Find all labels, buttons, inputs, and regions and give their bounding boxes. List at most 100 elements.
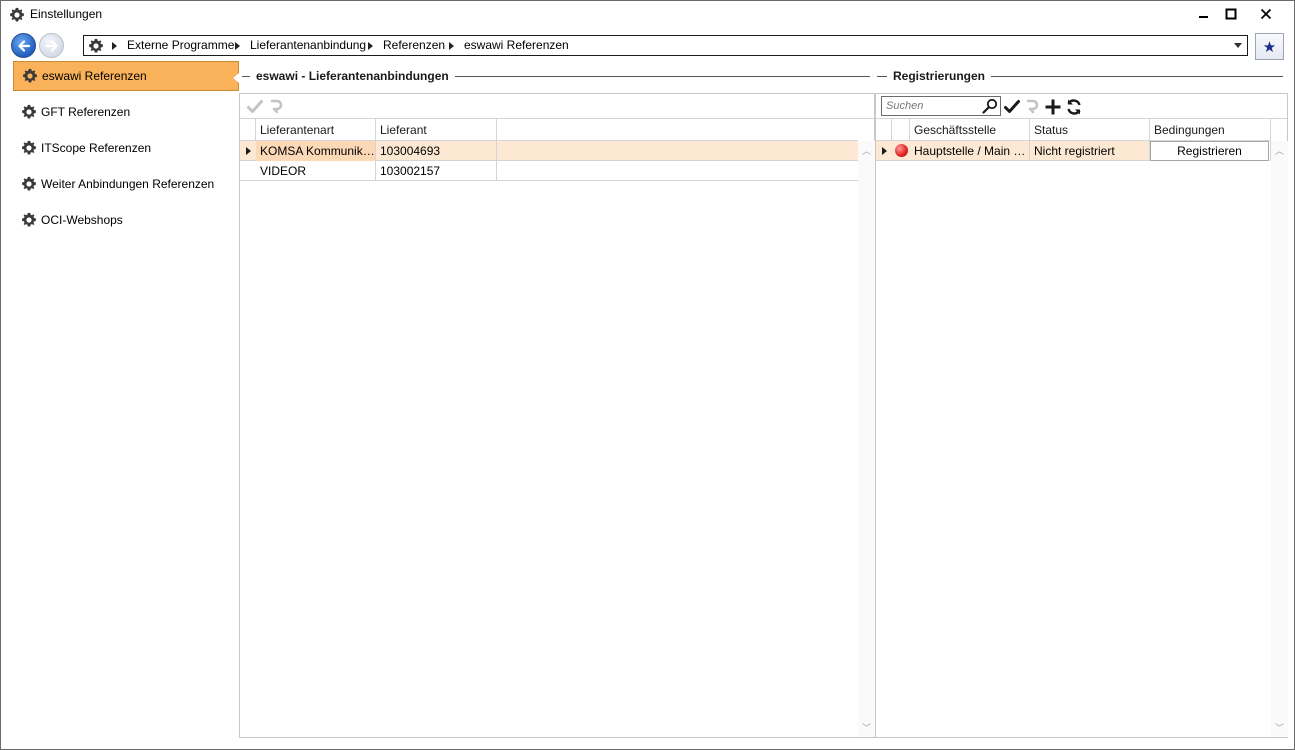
favorite-button[interactable]: ★ [1255, 33, 1284, 60]
cell-lieferant[interactable]: 103004693 [376, 141, 497, 161]
settings-window: Einstellungen Externe Programme Lieferan… [0, 0, 1295, 750]
chevron-down-icon[interactable] [1234, 43, 1242, 48]
search-input[interactable] [882, 97, 978, 115]
scroll-up-icon[interactable]: ︿ [862, 144, 871, 157]
lieferantenanbindungen-panel: Lieferantenart Lieferant KOMSA Kommunika… [239, 93, 875, 738]
title-bar: Einstellungen [1, 1, 1294, 29]
checkmark-icon [1004, 100, 1020, 113]
cell-lieferant[interactable]: 103002157 [376, 161, 497, 181]
sidebar-item-itscope-referenzen[interactable]: ITScope Referenzen [13, 133, 239, 163]
selection-pointer-icon [233, 73, 239, 83]
refresh-icon [1067, 99, 1081, 115]
arrow-right-icon [45, 39, 58, 52]
breadcrumb[interactable]: Externe Programme Lieferantenanbindung R… [83, 35, 1248, 56]
sidebar-item-label: GFT Referenzen [41, 105, 131, 119]
sidebar-item-weiter-anbindungen[interactable]: Weiter Anbindungen Referenzen [13, 169, 239, 199]
column-header-geschaeftsstelle[interactable]: Geschäftsstelle [910, 119, 1030, 141]
left-grid-header: Lieferantenart Lieferant [240, 119, 858, 141]
gear-icon [22, 212, 36, 227]
undo-icon [270, 99, 283, 114]
breadcrumb-item-lieferantenanbindung[interactable]: Lieferantenanbindung [250, 38, 366, 52]
column-header-lieferant[interactable]: Lieferant [376, 119, 497, 141]
breadcrumb-item-externe-programme[interactable]: Externe Programme [127, 38, 234, 52]
cell-bedingungen: Registrieren [1150, 141, 1271, 161]
left-panel-title: eswawi - Lieferantenanbindungen [256, 69, 449, 83]
sidebar-item-label: Weiter Anbindungen Referenzen [41, 177, 215, 191]
breadcrumb-separator-icon[interactable] [449, 42, 454, 50]
checkmark-icon [247, 100, 263, 113]
sidebar-item-label: ITScope Referenzen [41, 141, 152, 155]
sidebar-item-oci-webshops[interactable]: OCI-Webshops [13, 205, 239, 235]
right-grid-header: Geschäftsstelle Status Bedingungen [876, 119, 1271, 141]
scroll-up-icon[interactable]: ︿ [1275, 144, 1284, 157]
table-row[interactable]: KOMSA Kommunikation 103004693 [240, 141, 858, 161]
window-title: Einstellungen [30, 7, 103, 21]
header-line [877, 75, 887, 77]
plus-icon [1045, 99, 1061, 115]
right-panel-title: Registrierungen [893, 69, 986, 83]
minimize-icon [1199, 16, 1208, 18]
registrierungen-panel: Geschäftsstelle Status Bedingungen Haupt… [875, 93, 1288, 738]
left-vertical-scrollbar[interactable]: ︿ ﹀ [858, 141, 875, 737]
gear-icon [22, 176, 36, 191]
add-button[interactable] [1043, 97, 1063, 117]
arrow-left-icon [17, 39, 30, 52]
cell-lieferantenart[interactable]: KOMSA Kommunikation [256, 141, 376, 161]
current-row-icon [246, 147, 251, 155]
column-header-status[interactable]: Status [1030, 119, 1150, 141]
table-row[interactable]: VIDEOR 103002157 [240, 161, 858, 181]
undo-icon [1026, 99, 1039, 114]
left-toolbar [240, 94, 874, 119]
gear-icon [22, 104, 36, 119]
navigation-bar: Externe Programme Lieferantenanbindung R… [1, 31, 1294, 61]
undo-button[interactable] [266, 97, 286, 117]
maximize-icon [1225, 8, 1237, 20]
search-field[interactable] [881, 96, 1001, 116]
column-header-bedingungen[interactable]: Bedingungen [1150, 119, 1271, 141]
status-icon-header [892, 119, 910, 141]
breadcrumb-separator-icon[interactable] [112, 42, 117, 50]
breadcrumb-separator-icon[interactable] [235, 42, 240, 50]
right-toolbar [876, 94, 1287, 119]
column-header-lieferantenart[interactable]: Lieferantenart [256, 119, 376, 141]
row-indicator-header [240, 119, 256, 141]
refresh-button[interactable] [1064, 97, 1084, 117]
cell-status[interactable]: Nicht registriert [1030, 141, 1150, 161]
close-button[interactable] [1249, 3, 1283, 25]
maximize-button[interactable] [1214, 3, 1248, 25]
sidebar-item-eswawi-referenzen[interactable]: eswawi Referenzen [13, 61, 239, 91]
left-panel-header: eswawi - Lieferantenanbindungen [242, 69, 870, 83]
scroll-down-icon[interactable]: ﹀ [1275, 721, 1284, 734]
cell-geschaeftsstelle[interactable]: Hauptstelle / Main office [910, 141, 1030, 161]
breadcrumb-item-eswawi-referenzen[interactable]: eswawi Referenzen [464, 38, 569, 52]
sidebar-item-gft-referenzen[interactable]: GFT Referenzen [13, 97, 239, 127]
forward-button[interactable] [39, 33, 64, 58]
star-icon: ★ [1262, 38, 1277, 56]
search-icon[interactable] [982, 98, 998, 114]
close-icon [1260, 8, 1272, 20]
breadcrumb-separator-icon[interactable] [368, 42, 373, 50]
gear-icon [23, 68, 37, 83]
save-button[interactable] [245, 97, 265, 117]
registrieren-button[interactable]: Registrieren [1150, 141, 1269, 161]
cell-lieferantenart[interactable]: VIDEOR [256, 161, 376, 181]
scroll-down-icon[interactable]: ﹀ [862, 721, 871, 734]
table-row[interactable]: Hauptstelle / Main office Nicht registri… [876, 141, 1271, 161]
status-indicator-icon [895, 144, 908, 157]
gear-icon [9, 7, 24, 22]
current-row-icon [882, 147, 887, 155]
undo-button[interactable] [1022, 97, 1042, 117]
sidebar-item-label: OCI-Webshops [41, 213, 123, 227]
header-line [454, 75, 870, 77]
row-indicator-header [876, 119, 892, 141]
breadcrumb-item-referenzen[interactable]: Referenzen [383, 38, 445, 52]
save-button[interactable] [1002, 97, 1022, 117]
right-panel-header: Registrierungen [877, 69, 1283, 83]
header-line [991, 75, 1283, 77]
header-line [242, 75, 250, 77]
back-button[interactable] [11, 33, 36, 58]
right-vertical-scrollbar[interactable]: ︿ ﹀ [1271, 141, 1288, 737]
gear-icon [22, 140, 36, 155]
gear-icon [89, 38, 103, 53]
sidebar: eswawi Referenzen GFT Referenzen ITScope… [13, 61, 239, 741]
